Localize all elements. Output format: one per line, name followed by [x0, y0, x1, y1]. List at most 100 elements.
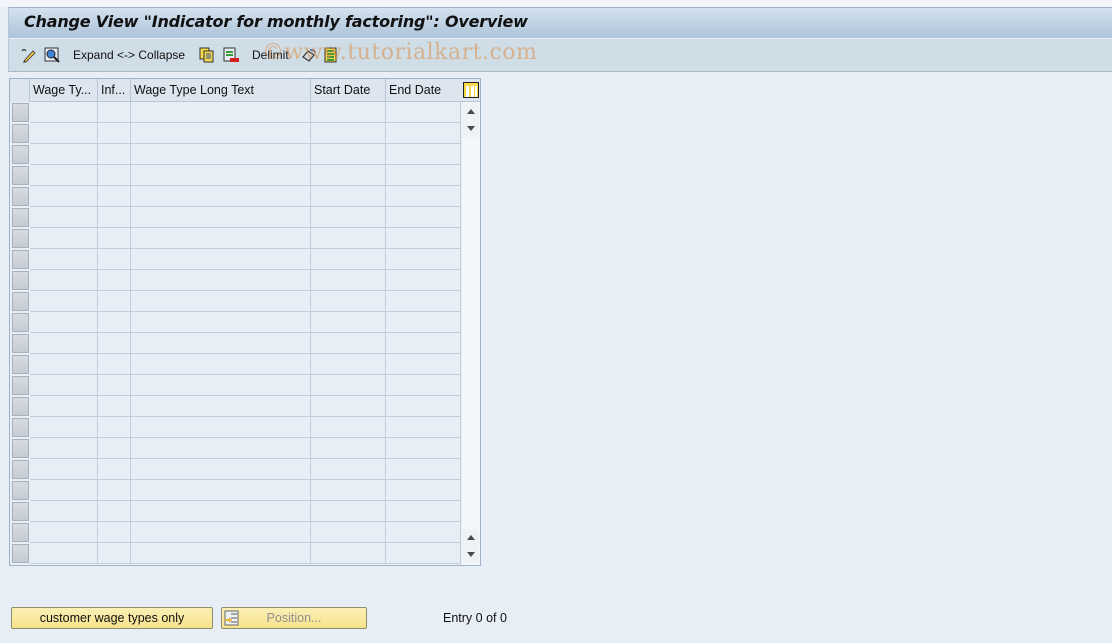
table-cell[interactable]: [98, 333, 131, 354]
table-cell[interactable]: [131, 312, 311, 333]
table-cell[interactable]: [311, 438, 386, 459]
table-cell[interactable]: [98, 165, 131, 186]
table-cell[interactable]: [311, 165, 386, 186]
table-cell[interactable]: [386, 312, 461, 333]
row-selector-button[interactable]: [12, 460, 29, 479]
row-selector-button[interactable]: [12, 313, 29, 332]
table-cell[interactable]: [30, 228, 98, 249]
table-cell[interactable]: [98, 291, 131, 312]
table-cell[interactable]: [311, 186, 386, 207]
find-button[interactable]: [44, 45, 60, 65]
table-cell[interactable]: [311, 312, 386, 333]
table-cell[interactable]: [311, 333, 386, 354]
table-cell[interactable]: [311, 396, 386, 417]
row-selector-button[interactable]: [12, 397, 29, 416]
row-selector-button[interactable]: [12, 145, 29, 164]
table-cell[interactable]: [30, 123, 98, 144]
table-cell[interactable]: [311, 144, 386, 165]
table-cell[interactable]: [386, 375, 461, 396]
table-cell[interactable]: [386, 123, 461, 144]
table-cell[interactable]: [131, 375, 311, 396]
row-selector-button[interactable]: [12, 229, 29, 248]
scroll-page-down-button[interactable]: [463, 546, 479, 563]
table-cell[interactable]: [311, 501, 386, 522]
table-cell[interactable]: [131, 354, 311, 375]
table-cell[interactable]: [98, 438, 131, 459]
table-cell[interactable]: [98, 144, 131, 165]
column-header-inf[interactable]: Inf...: [98, 79, 131, 102]
table-cell[interactable]: [386, 543, 461, 564]
column-header-end-date[interactable]: End Date: [386, 79, 461, 102]
table-cell[interactable]: [98, 249, 131, 270]
table-cell[interactable]: [131, 501, 311, 522]
table-cell[interactable]: [98, 543, 131, 564]
row-selector-button[interactable]: [12, 544, 29, 563]
table-cell[interactable]: [311, 102, 386, 123]
table-cell[interactable]: [30, 501, 98, 522]
row-selector-button[interactable]: [12, 418, 29, 437]
table-cell[interactable]: [131, 543, 311, 564]
table-cell[interactable]: [30, 522, 98, 543]
table-cell[interactable]: [311, 249, 386, 270]
table-cell[interactable]: [311, 354, 386, 375]
table-cell[interactable]: [386, 396, 461, 417]
table-cell[interactable]: [131, 228, 311, 249]
row-selector-button[interactable]: [12, 355, 29, 374]
table-cell[interactable]: [386, 270, 461, 291]
table-cell[interactable]: [30, 396, 98, 417]
table-cell[interactable]: [311, 375, 386, 396]
table-cell[interactable]: [30, 249, 98, 270]
table-cell[interactable]: [98, 186, 131, 207]
table-cell[interactable]: [98, 312, 131, 333]
row-selector-button[interactable]: [12, 250, 29, 269]
table-cell[interactable]: [30, 186, 98, 207]
table-cell[interactable]: [386, 186, 461, 207]
table-cell[interactable]: [30, 165, 98, 186]
table-cell[interactable]: [30, 375, 98, 396]
table-cell[interactable]: [311, 228, 386, 249]
table-cell[interactable]: [30, 207, 98, 228]
table-cell[interactable]: [98, 123, 131, 144]
undo-change-button[interactable]: [301, 45, 317, 65]
table-cell[interactable]: [30, 354, 98, 375]
table-cell[interactable]: [386, 480, 461, 501]
table-cell[interactable]: [131, 333, 311, 354]
table-cell[interactable]: [386, 354, 461, 375]
table-cell[interactable]: [386, 249, 461, 270]
scroll-page-up-button[interactable]: [463, 529, 479, 546]
row-selector-button[interactable]: [12, 481, 29, 500]
delete-button[interactable]: [223, 45, 239, 65]
table-cell[interactable]: [311, 543, 386, 564]
expand-collapse-button[interactable]: Expand <-> Collapse: [73, 45, 185, 65]
customer-wage-types-only-button[interactable]: customer wage types only: [11, 607, 213, 629]
table-cell[interactable]: [30, 333, 98, 354]
row-selector-button[interactable]: [12, 166, 29, 185]
column-header-long-text[interactable]: Wage Type Long Text: [131, 79, 311, 102]
table-cell[interactable]: [98, 459, 131, 480]
table-cell[interactable]: [98, 522, 131, 543]
table-cell[interactable]: [386, 207, 461, 228]
table-cell[interactable]: [386, 459, 461, 480]
table-cell[interactable]: [386, 228, 461, 249]
table-cell[interactable]: [386, 438, 461, 459]
table-cell[interactable]: [30, 543, 98, 564]
table-cell[interactable]: [98, 375, 131, 396]
table-cell[interactable]: [131, 291, 311, 312]
select-all-rows-button[interactable]: [10, 79, 30, 102]
table-cell[interactable]: [30, 102, 98, 123]
table-cell[interactable]: [131, 396, 311, 417]
table-cell[interactable]: [311, 522, 386, 543]
table-cell[interactable]: [311, 459, 386, 480]
table-cell[interactable]: [131, 165, 311, 186]
select-all-button[interactable]: [324, 45, 340, 65]
table-cell[interactable]: [311, 270, 386, 291]
table-cell[interactable]: [30, 480, 98, 501]
table-cell[interactable]: [30, 291, 98, 312]
row-selector-button[interactable]: [12, 523, 29, 542]
table-cell[interactable]: [311, 417, 386, 438]
table-cell[interactable]: [30, 312, 98, 333]
table-cell[interactable]: [386, 165, 461, 186]
table-cell[interactable]: [131, 459, 311, 480]
display-change-button[interactable]: [20, 45, 36, 65]
table-cell[interactable]: [131, 417, 311, 438]
